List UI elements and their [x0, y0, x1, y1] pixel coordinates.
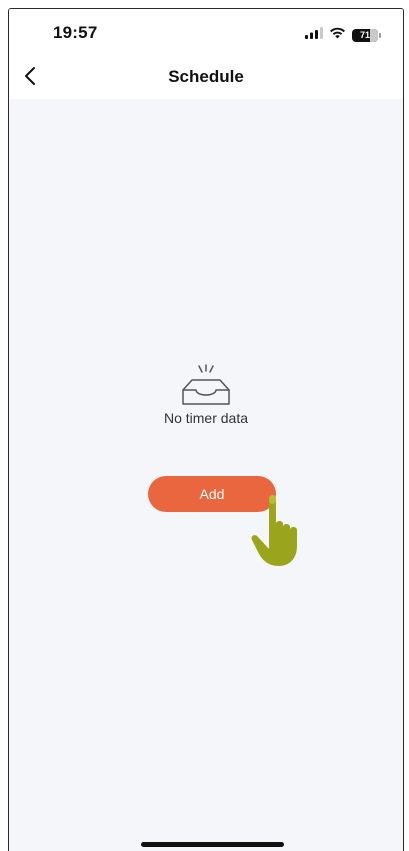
main-content: No timer data Add [9, 99, 403, 851]
cellular-signal-icon [305, 26, 323, 44]
empty-state: No timer data [9, 364, 403, 426]
status-bar: 19:57 71 [9, 9, 403, 57]
empty-state-message: No timer data [163, 410, 249, 426]
navigation-bar: Schedule [9, 57, 403, 99]
page-title: Schedule [168, 67, 244, 86]
hand-pointer-icon [247, 494, 305, 570]
wifi-icon [329, 26, 346, 44]
battery-icon: 71 [352, 28, 378, 42]
battery-percent: 71 [359, 30, 370, 40]
empty-tray-icon [179, 364, 233, 406]
phone-screen: 19:57 71 Schedule No timer data Add [8, 8, 404, 851]
status-time: 19:57 [53, 23, 98, 42]
battery-cap [379, 32, 381, 38]
battery-empty-portion [370, 28, 378, 42]
home-indicator[interactable] [141, 842, 284, 847]
status-icons: 71 [305, 26, 381, 44]
